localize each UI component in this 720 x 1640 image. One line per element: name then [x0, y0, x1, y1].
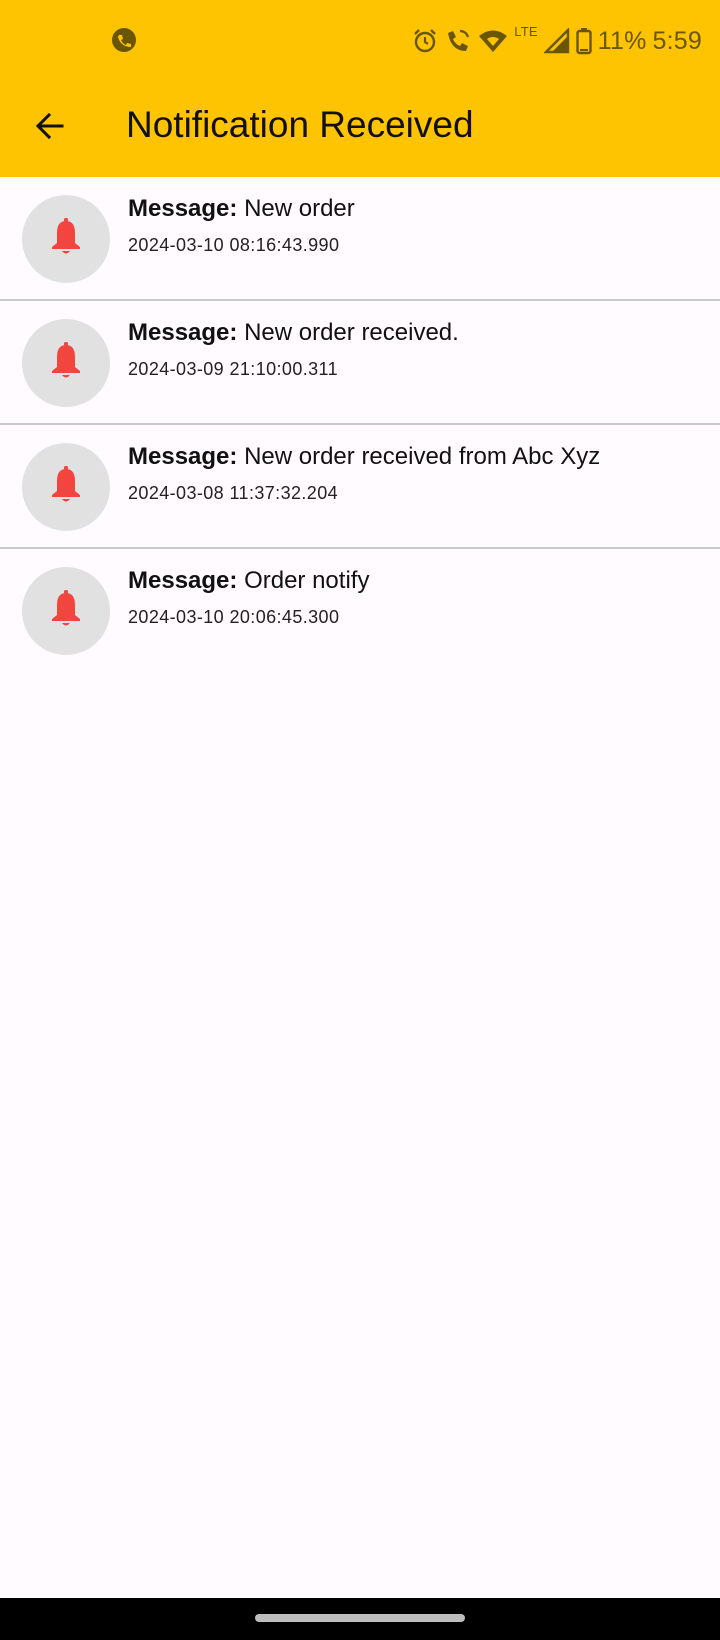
battery-percent: 11% [597, 26, 647, 55]
bell-icon [49, 465, 83, 509]
battery-icon [576, 27, 592, 55]
status-icons: LTE 11% 5:59 [412, 24, 702, 58]
message-text: Message: New order received. [128, 319, 459, 347]
avatar [22, 319, 110, 407]
notification-list: Message: New order 2024-03-10 08:16:43.9… [0, 177, 720, 671]
lte-label: LTE [514, 23, 538, 39]
timestamp: 2024-03-09 21:10:00.311 [128, 359, 339, 379]
message-body: New order received. [244, 319, 459, 346]
bell-icon [49, 341, 83, 385]
list-item[interactable]: Message: New order received. 2024-03-09 … [0, 301, 720, 425]
avatar [22, 195, 110, 283]
timestamp: 2024-03-10 20:06:45.300 [128, 607, 340, 627]
alarm-icon [412, 28, 438, 54]
wifi-icon [478, 28, 508, 54]
status-bar: LTE 11% 5:59 [0, 0, 720, 80]
back-button[interactable] [20, 98, 80, 158]
arrow-back-icon [34, 110, 66, 147]
timestamp: 2024-03-10 08:16:43.990 [128, 235, 340, 255]
clock: 5:59 [652, 26, 702, 55]
message-prefix: Message: [128, 319, 238, 346]
timestamp: 2024-03-08 11:37:32.204 [128, 483, 339, 503]
bell-icon [49, 217, 83, 261]
home-gesture-handle[interactable] [255, 1614, 465, 1622]
message-text: Message: New order [128, 195, 355, 223]
list-item[interactable]: Message: Order notify 2024-03-10 20:06:4… [0, 549, 720, 671]
app-bar: Notification Received [0, 80, 720, 177]
wifi-calling-icon [444, 27, 472, 55]
list-item[interactable]: Message: New order received from Abc Xyz… [0, 425, 720, 549]
list-item[interactable]: Message: New order 2024-03-10 08:16:43.9… [0, 177, 720, 301]
avatar [22, 567, 110, 655]
message-prefix: Message: [128, 195, 238, 222]
avatar [22, 443, 110, 531]
app-header: LTE 11% 5:59 Notification Received [0, 0, 720, 177]
message-text: Message: Order notify [128, 567, 369, 595]
signal-icon [543, 28, 570, 54]
page-title: Notification Received [126, 104, 474, 145]
message-body: Order notify [244, 567, 370, 594]
message-prefix: Message: [128, 567, 238, 594]
bell-icon [49, 589, 83, 633]
app-notification-icon [110, 26, 138, 54]
message-body: New order received from Abc Xyz [244, 443, 601, 470]
message-body: New order [244, 195, 355, 222]
message-prefix: Message: [128, 443, 238, 470]
system-navigation-bar [0, 1598, 720, 1640]
message-text: Message: New order received from Abc Xyz [128, 443, 600, 471]
